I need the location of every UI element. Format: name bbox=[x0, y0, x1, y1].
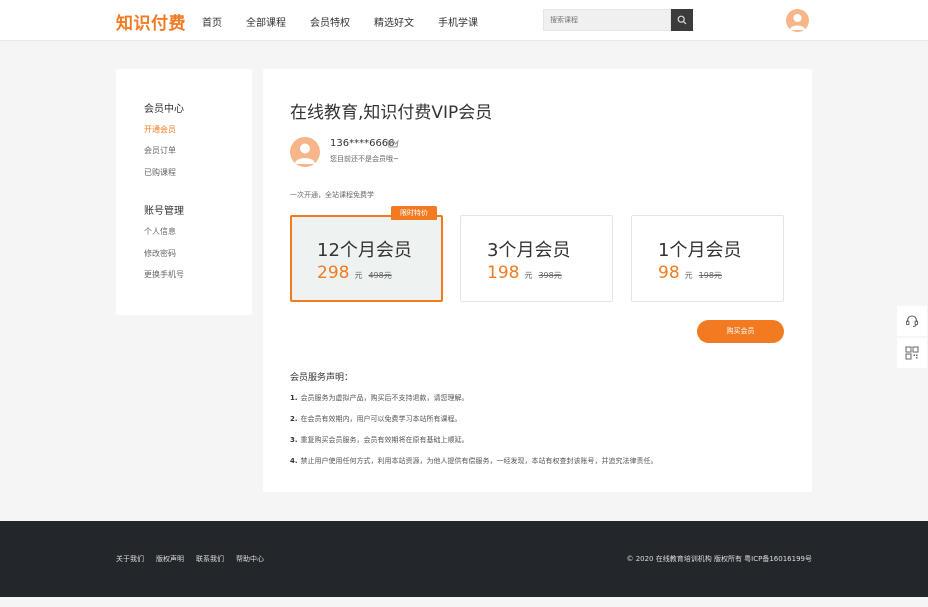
original-price: 498元 bbox=[368, 271, 392, 280]
notice-item: 3. 重复购买会员服务，会员有效期将在原有基础上顺延。 bbox=[290, 435, 469, 445]
footer-link-copyright[interactable]: 版权声明 bbox=[156, 554, 184, 564]
promo-text: 一次开通，全站课程免费学 bbox=[290, 191, 374, 199]
search-icon bbox=[677, 15, 687, 25]
plan-price: 98 元 198元 bbox=[658, 263, 722, 283]
price-value: 198 bbox=[487, 263, 520, 283]
service-notice-title: 会员服务声明： bbox=[290, 373, 354, 383]
original-price: 198元 bbox=[698, 271, 722, 280]
notice-number: 4. bbox=[290, 457, 298, 465]
search-button[interactable] bbox=[671, 9, 693, 31]
notice-text: 在会员有效期内，用户可以免费学习本站所有课程。 bbox=[300, 415, 462, 423]
price-value: 298 bbox=[317, 263, 350, 283]
plan-1-month[interactable]: 1个月会员 98 元 198元 bbox=[631, 215, 784, 302]
notice-item: 1. 会员服务为虚拟产品，购买后不支持退款，请您理解。 bbox=[290, 393, 469, 403]
customer-service-button[interactable] bbox=[897, 306, 927, 336]
membership-status: 您目前还不是会员哦~ bbox=[330, 155, 399, 163]
plan-price: 198 元 398元 bbox=[487, 263, 562, 283]
search-input[interactable] bbox=[543, 9, 671, 31]
footer-links: 关于我们 版权声明 联系我们 帮助中心 bbox=[116, 554, 276, 564]
site-logo[interactable]: 知识付费 bbox=[116, 9, 186, 34]
plan-name: 1个月会员 bbox=[658, 240, 742, 261]
footer-link-help[interactable]: 帮助中心 bbox=[236, 554, 264, 564]
nav-home[interactable]: 首页 bbox=[202, 14, 222, 29]
avatar bbox=[290, 137, 320, 167]
user-avatar-top[interactable] bbox=[786, 9, 809, 32]
membership-panel: 在线教育,知识付费VIP会员 136****6666 您目前还不是会员哦~ 一次… bbox=[263, 69, 812, 492]
page-footer: 关于我们 版权声明 联系我们 帮助中心 © 2020 在线教育培训机构 版权所有… bbox=[0, 521, 928, 597]
plan-3-months[interactable]: 3个月会员 198 元 398元 bbox=[460, 215, 613, 302]
qr-code-icon bbox=[905, 346, 919, 360]
nav-all-courses[interactable]: 全部课程 bbox=[246, 14, 286, 29]
main-nav: 首页 全部课程 会员特权 精选好文 手机学课 bbox=[202, 14, 502, 29]
nav-member-privileges[interactable]: 会员特权 bbox=[310, 14, 350, 29]
footer-link-about[interactable]: 关于我们 bbox=[116, 554, 144, 564]
headset-icon bbox=[906, 315, 919, 327]
sidebar-item-change-phone[interactable]: 更换手机号 bbox=[144, 269, 184, 280]
notice-item: 2. 在会员有效期内，用户可以免费学习本站所有课程。 bbox=[290, 414, 462, 424]
notice-text: 禁止用户使用任何方式，利用本站资源，为他人提供有偿服务，一经发现，本站有权查封该… bbox=[300, 457, 658, 465]
buy-membership-button[interactable]: 购买会员 bbox=[697, 320, 784, 343]
user-icon bbox=[295, 143, 315, 164]
sidebar-item-open-membership[interactable]: 开通会员 bbox=[144, 124, 176, 135]
page-title: 在线教育,知识付费VIP会员 bbox=[290, 103, 493, 123]
price-unit: 元 bbox=[524, 271, 533, 280]
user-icon bbox=[790, 14, 805, 30]
nav-mobile-learning[interactable]: 手机学课 bbox=[438, 14, 478, 29]
sidebar-item-profile[interactable]: 个人信息 bbox=[144, 226, 176, 237]
notice-number: 3. bbox=[290, 436, 298, 444]
sidebar-item-purchased-courses[interactable]: 已购课程 bbox=[144, 167, 176, 178]
sidebar-item-change-password[interactable]: 修改密码 bbox=[144, 248, 176, 259]
sidebar-group-account: 账号管理 bbox=[144, 206, 184, 217]
price-value: 98 bbox=[658, 263, 680, 283]
notice-number: 2. bbox=[290, 415, 298, 423]
qr-code-button[interactable] bbox=[897, 338, 927, 368]
notice-item: 4. 禁止用户使用任何方式，利用本站资源，为他人提供有偿服务，一经发现，本站有权查… bbox=[290, 456, 658, 466]
notice-text: 重复购买会员服务，会员有效期将在原有基础上顺延。 bbox=[300, 436, 469, 444]
price-unit: 元 bbox=[684, 271, 693, 280]
original-price: 398元 bbox=[538, 271, 562, 280]
crown-icon bbox=[387, 139, 399, 148]
sidebar-group-member-center: 会员中心 bbox=[144, 104, 184, 115]
search-box bbox=[543, 9, 693, 31]
nav-featured-articles[interactable]: 精选好文 bbox=[374, 14, 414, 29]
sidebar-item-member-orders[interactable]: 会员订单 bbox=[144, 145, 176, 156]
top-header: 知识付费 首页 全部课程 会员特权 精选好文 手机学课 bbox=[0, 0, 928, 41]
plan-12-months[interactable]: 12个月会员 298 元 498元 bbox=[290, 215, 443, 302]
footer-link-contact[interactable]: 联系我们 bbox=[196, 554, 224, 564]
plan-price: 298 元 498元 bbox=[317, 263, 392, 283]
plan-name: 12个月会员 bbox=[317, 240, 412, 261]
special-offer-badge: 限时特价 bbox=[391, 206, 437, 220]
notice-number: 1. bbox=[290, 394, 298, 402]
notice-text: 会员服务为虚拟产品，购买后不支持退款，请您理解。 bbox=[300, 394, 469, 402]
member-sidebar: 会员中心 开通会员 会员订单 已购课程 账号管理 个人信息 修改密码 更换手机号 bbox=[116, 69, 252, 315]
plan-name: 3个月会员 bbox=[487, 240, 571, 261]
copyright-text: © 2020 在线教育培训机构 版权所有 粤ICP备16016199号 bbox=[626, 555, 812, 563]
user-phone: 136****6666 bbox=[330, 138, 395, 149]
price-unit: 元 bbox=[354, 271, 363, 280]
